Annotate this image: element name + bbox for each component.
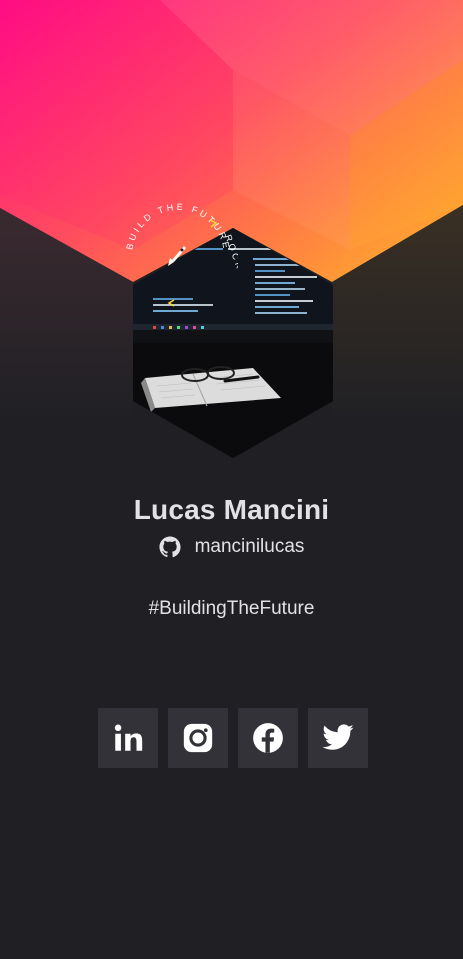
github-username: mancinilucas (194, 536, 305, 557)
github-icon (159, 536, 181, 558)
linkedin-button[interactable] (98, 708, 158, 768)
twitter-icon (322, 724, 354, 750)
svg-text:BUILD THE FUTURE: BUILD THE FUTURE (124, 202, 231, 252)
build-the-future-badge: BUILD THE FUTURE ROCKETSEAT (124, 202, 238, 316)
github-link[interactable]: mancinilucas (0, 534, 463, 560)
arrow-left-icon (167, 299, 175, 307)
hashtag-text: #BuildingTheFuture (148, 598, 315, 619)
instagram-button[interactable] (168, 708, 228, 768)
facebook-button[interactable] (238, 708, 298, 768)
social-links (98, 708, 368, 768)
facebook-icon (253, 723, 283, 753)
instagram-icon (183, 723, 213, 753)
profile-name: Lucas Mancini (133, 494, 330, 525)
badge-ring-text: BUILD THE FUTURE (124, 202, 228, 252)
linkedin-icon (114, 724, 143, 751)
twitter-button[interactable] (308, 708, 368, 768)
rocket-icon (168, 246, 186, 266)
